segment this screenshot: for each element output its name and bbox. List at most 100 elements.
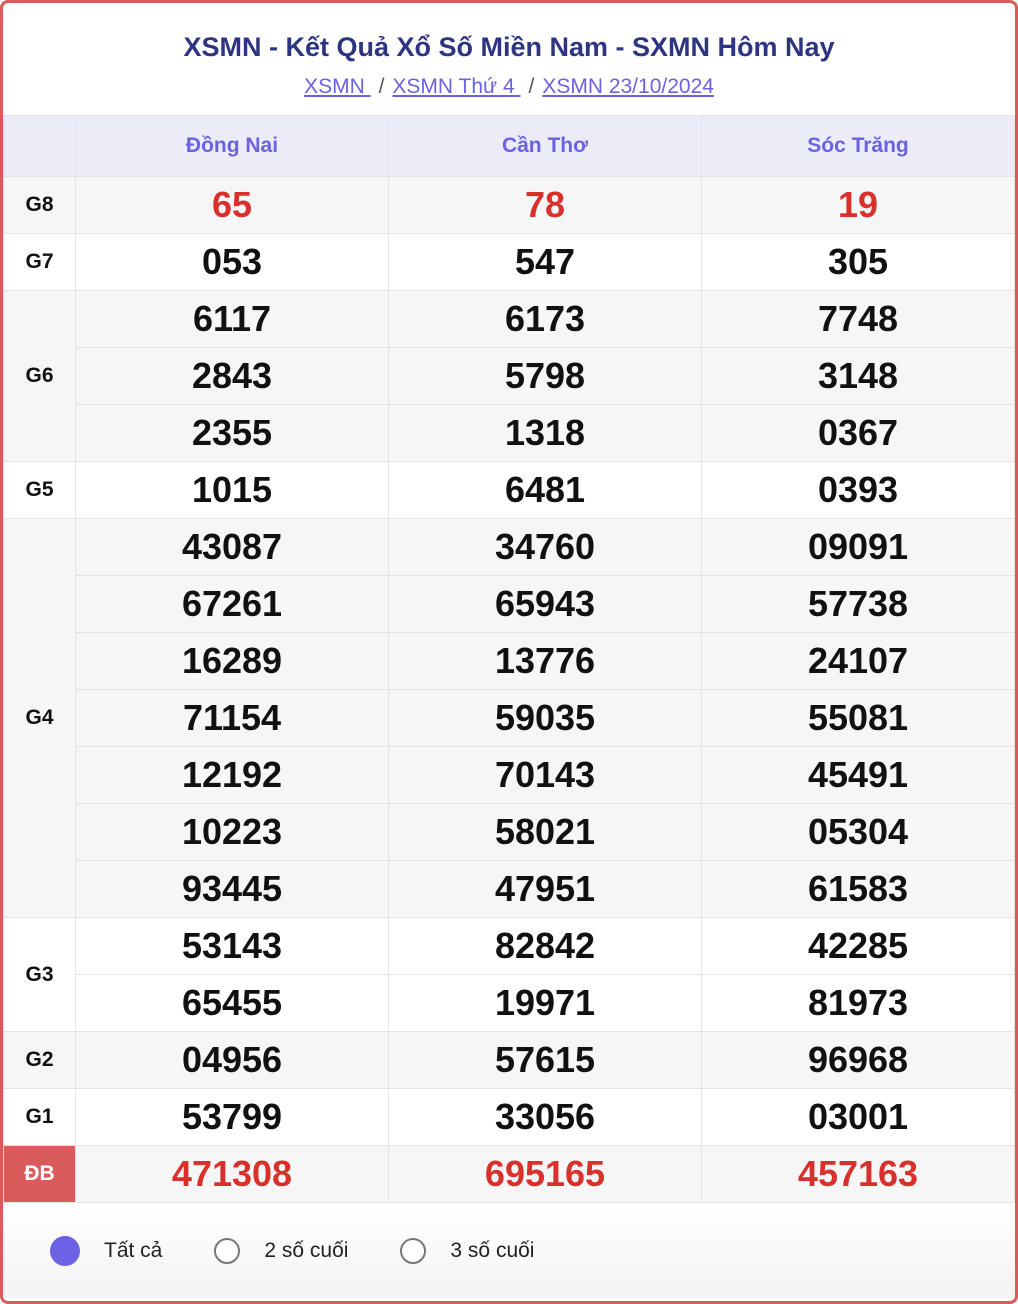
prize-number: 695165 — [388, 1145, 702, 1203]
header-corner-cell — [3, 115, 76, 177]
prize-number: 65455 — [75, 974, 389, 1032]
prize-row-g6: 2355 1318 0367 — [4, 404, 1015, 462]
breadcrumb-xsmn-thu-4[interactable]: XSMN Thứ 4 — [392, 75, 520, 98]
prize-label: G5 — [3, 461, 76, 519]
prize-number: 58021 — [388, 803, 702, 861]
filter-option-label: 3 số cuối — [450, 1238, 535, 1262]
radio-checked-icon[interactable] — [50, 1235, 80, 1266]
filter-option-last-2[interactable]: 2 số cuối — [214, 1237, 348, 1264]
prize-row-g6: 2843 5798 3148 — [4, 347, 1015, 405]
prize-number: 33056 — [388, 1088, 702, 1146]
breadcrumb: XSMN / XSMN Thứ 4 / XSMN 23/10/2024 — [3, 74, 1015, 100]
breadcrumb-separator: / — [378, 75, 385, 98]
prize-label: G7 — [3, 233, 76, 291]
prize-number: 55081 — [701, 689, 1015, 747]
breadcrumb-separator: / — [528, 75, 535, 98]
prize-number: 70143 — [388, 746, 702, 804]
prize-number: 3148 — [701, 347, 1015, 405]
prize-number: 09091 — [701, 518, 1015, 576]
prize-number: 2843 — [75, 347, 389, 405]
prize-number: 24107 — [701, 632, 1015, 690]
prize-number: 65943 — [388, 575, 702, 633]
province-header-soc-trang[interactable]: Sóc Trăng — [701, 115, 1015, 177]
results-body: G8 65 78 19 G7 053 547 305 G6 6117 6173 7748 2843 579… — [3, 176, 1015, 1203]
prize-number: 305 — [701, 233, 1015, 291]
prize-label: G3 — [3, 917, 76, 1032]
prize-number: 78 — [388, 176, 702, 234]
prize-number: 96968 — [701, 1031, 1015, 1089]
prize-label: G4 — [3, 518, 76, 918]
digit-filter: Tất cả 2 số cuối 3 số cuối — [3, 1203, 1015, 1298]
prize-label: G1 — [3, 1088, 76, 1146]
results-card: XSMN - Kết Quả Xổ Số Miền Nam - SXMN Hôm… — [0, 0, 1018, 1304]
filter-option-all[interactable]: Tất cả — [50, 1235, 163, 1266]
prize-number: 5798 — [388, 347, 702, 405]
prize-number: 053 — [75, 233, 389, 291]
prize-row-đb: ĐB 471308 695165 457163 — [3, 1145, 1015, 1203]
prize-row-g5: G5 1015 6481 0393 — [3, 461, 1015, 519]
prize-number: 471308 — [75, 1145, 389, 1203]
prize-row-g3: G3 53143 82842 42285 — [3, 917, 1015, 1032]
prize-row-g4: 71154 59035 55081 — [4, 689, 1015, 747]
radio-unchecked-icon[interactable] — [214, 1237, 241, 1264]
prize-number: 45491 — [701, 746, 1015, 804]
prize-row-g4: 10223 58021 05304 — [4, 803, 1015, 861]
prize-number: 71154 — [75, 689, 389, 747]
radio-unchecked-icon[interactable] — [400, 1237, 427, 1264]
prize-number: 93445 — [75, 860, 389, 918]
prize-number: 457163 — [701, 1145, 1015, 1203]
prize-number: 05304 — [701, 803, 1015, 861]
prize-number: 57738 — [701, 575, 1015, 633]
prize-number: 53799 — [75, 1088, 389, 1146]
prize-number: 57615 — [388, 1031, 702, 1089]
prize-number: 03001 — [701, 1088, 1015, 1146]
prize-number: 0367 — [701, 404, 1015, 462]
prize-row-g4: 16289 13776 24107 — [4, 632, 1015, 690]
prize-number: 19971 — [388, 974, 702, 1032]
prize-number: 53143 — [75, 917, 389, 975]
prize-number: 6117 — [75, 290, 389, 348]
prize-number: 6481 — [388, 461, 702, 519]
province-header-dong-nai[interactable]: Đồng Nai — [75, 115, 389, 177]
prize-number: 47951 — [388, 860, 702, 918]
prize-number: 547 — [388, 233, 702, 291]
prize-row-g4: 93445 47951 61583 — [4, 860, 1015, 918]
prize-number: 10223 — [75, 803, 389, 861]
prize-number: 34760 — [388, 518, 702, 576]
prize-number: 04956 — [75, 1031, 389, 1089]
prize-label: G6 — [3, 290, 76, 462]
prize-number: 1318 — [388, 404, 702, 462]
breadcrumb-xsmn-date[interactable]: XSMN 23/10/2024 — [542, 75, 714, 98]
prize-number: 65 — [75, 176, 389, 234]
prize-number: 81973 — [701, 974, 1015, 1032]
prize-label: G2 — [3, 1031, 76, 1089]
prize-row-g2: G2 04956 57615 96968 — [3, 1031, 1015, 1089]
prize-number: 67261 — [75, 575, 389, 633]
prize-number: 61583 — [701, 860, 1015, 918]
page-title: XSMN - Kết Quả Xổ Số Miền Nam - SXMN Hôm… — [183, 32, 835, 62]
province-header-can-tho[interactable]: Cần Thơ — [388, 115, 702, 177]
prize-row-g1: G1 53799 33056 03001 — [3, 1088, 1015, 1146]
prize-row-g4: 12192 70143 45491 — [4, 746, 1015, 804]
prize-label: ĐB — [3, 1145, 76, 1203]
prize-row-g3: 65455 19971 81973 — [4, 974, 1015, 1032]
results-table: Đồng Nai Cần Thơ Sóc Trăng G8 65 78 19 G7 053… — [3, 115, 1015, 1203]
header: XSMN - Kết Quả Xổ Số Miền Nam - SXMN Hôm… — [3, 3, 1015, 115]
prize-number: 16289 — [75, 632, 389, 690]
prize-row-g4: 67261 65943 57738 — [4, 575, 1015, 633]
prize-label: G8 — [3, 176, 76, 234]
prize-row-g8: G8 65 78 19 — [3, 176, 1015, 234]
filter-option-label: Tất cả — [104, 1238, 163, 1262]
breadcrumb-xsmn[interactable]: XSMN — [304, 75, 371, 98]
prize-number: 12192 — [75, 746, 389, 804]
prize-row-g4: G4 43087 34760 09091 — [3, 518, 1015, 918]
prize-number: 82842 — [388, 917, 702, 975]
prize-number: 43087 — [75, 518, 389, 576]
prize-row-g6: G6 6117 6173 7748 — [3, 290, 1015, 462]
prize-number: 6173 — [388, 290, 702, 348]
prize-number: 42285 — [701, 917, 1015, 975]
prize-row-g7: G7 053 547 305 — [3, 233, 1015, 291]
prize-number: 19 — [701, 176, 1015, 234]
filter-option-last-3[interactable]: 3 số cuối — [400, 1237, 535, 1264]
table-header-row: Đồng Nai Cần Thơ Sóc Trăng — [3, 115, 1015, 177]
